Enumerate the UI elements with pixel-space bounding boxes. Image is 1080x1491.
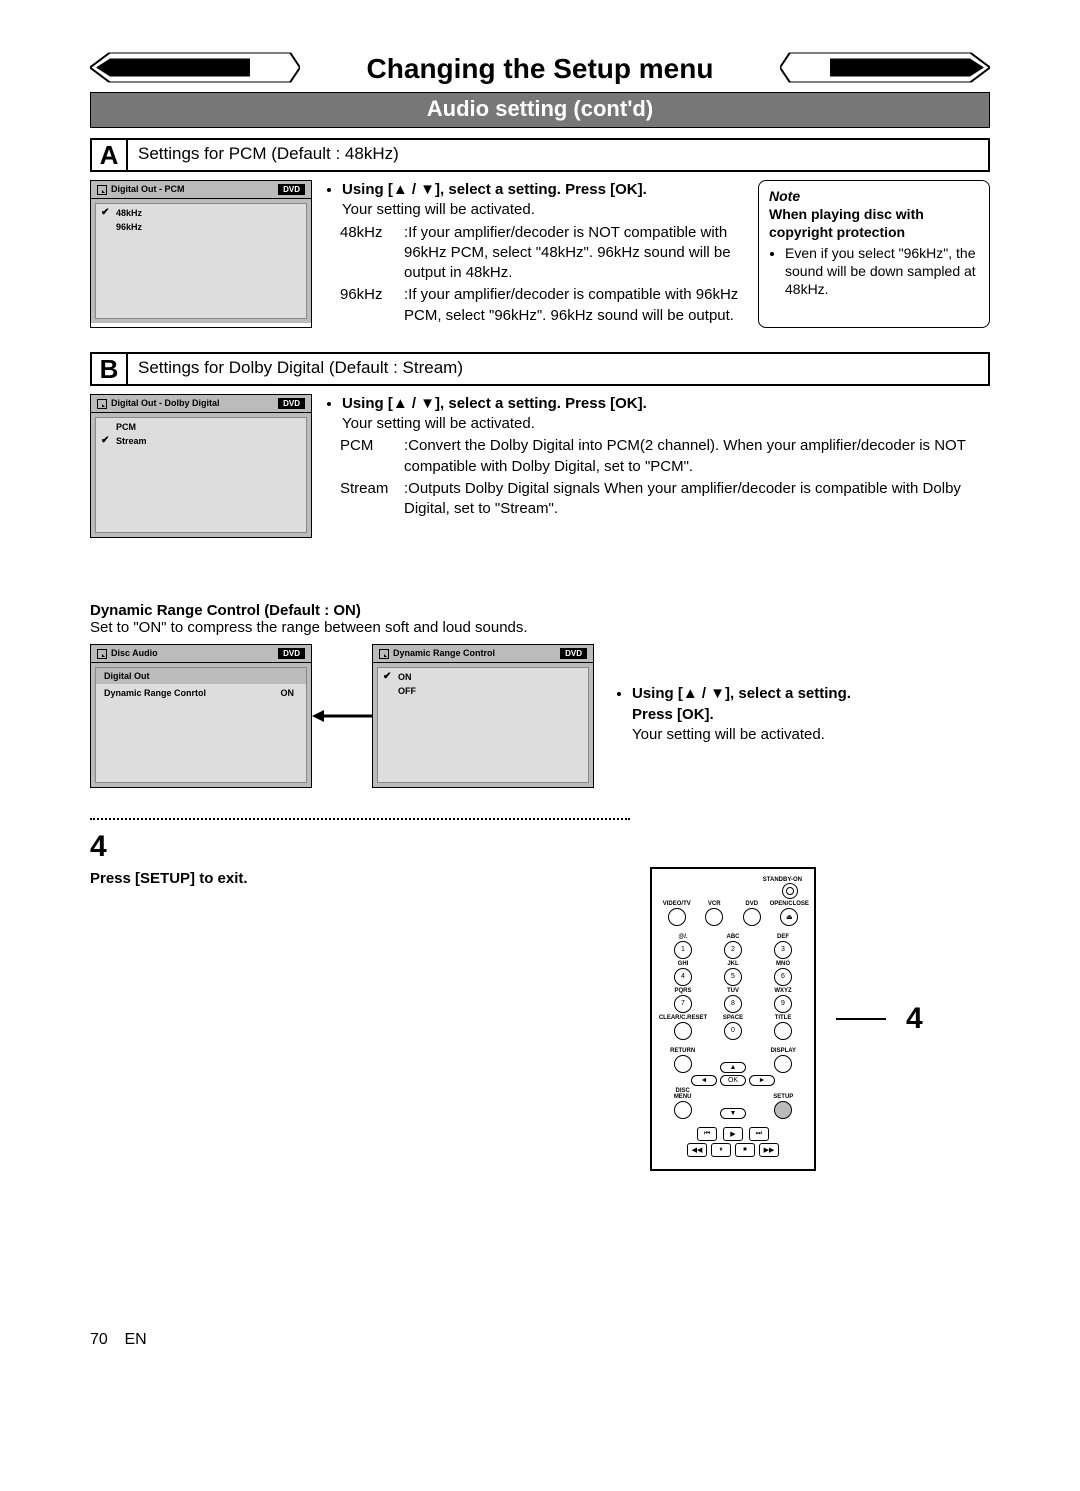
osd-disc-drc[interactable]: Dynamic Range ConrtolON [96, 686, 306, 700]
subtitle-bar: Audio setting (cont'd) [90, 92, 990, 128]
section-a-letter: A [90, 138, 128, 172]
ok-button[interactable]: OK [720, 1075, 746, 1086]
decor-right [780, 53, 990, 86]
osd-drc-on[interactable]: ✔ON [378, 670, 588, 684]
drc-sub: Set to "ON" to compress the range betwee… [90, 619, 990, 636]
num-0-button[interactable]: 0 [724, 1022, 742, 1040]
check-icon: ✔ [101, 435, 109, 446]
osd-pcm-title: Digital Out - PCM [111, 184, 185, 194]
num-7-button[interactable]: 7 [674, 995, 692, 1013]
display-button[interactable] [774, 1055, 792, 1073]
disc-icon [379, 649, 389, 659]
num-5-button[interactable]: 5 [724, 968, 742, 986]
osd-dolby-item-pcm[interactable]: PCM [96, 420, 306, 434]
next-button[interactable]: ⏭ [749, 1127, 769, 1141]
num-9-button[interactable]: 9 [774, 995, 792, 1013]
section-a-title: Settings for PCM (Default : 48kHz) [128, 138, 990, 172]
osd-dolby-item-stream[interactable]: ✔Stream [96, 434, 306, 448]
ffwd-button[interactable]: ▶▶ [759, 1143, 779, 1157]
disc-menu-button[interactable] [674, 1101, 692, 1119]
left-button[interactable]: ◄ [691, 1075, 717, 1086]
vcr-button[interactable] [705, 908, 723, 926]
section-b-letter: B [90, 352, 128, 386]
power-icon[interactable] [782, 883, 798, 899]
num-8-button[interactable]: 8 [724, 995, 742, 1013]
osd-drc-off[interactable]: OFF [378, 684, 588, 698]
num-2-button[interactable]: 2 [724, 941, 742, 959]
osd-dolby-tag: DVD [278, 398, 305, 409]
clear-button[interactable] [674, 1022, 692, 1040]
down-button[interactable]: ▼ [720, 1108, 746, 1119]
osd-disc-digital-out[interactable]: Digital Out [96, 668, 306, 684]
osd-disc-audio: Disc Audio DVD Digital Out Dynamic Range… [90, 644, 312, 788]
disc-icon [97, 185, 107, 195]
setup-button[interactable] [774, 1101, 792, 1119]
num-3-button[interactable]: 3 [774, 941, 792, 959]
section-b-header: B Settings for Dolby Digital (Default : … [90, 352, 990, 386]
disc-icon [97, 649, 107, 659]
num-1-button[interactable]: 1 [674, 941, 692, 959]
return-button[interactable] [674, 1055, 692, 1073]
num-6-button[interactable]: 6 [774, 968, 792, 986]
note-subtitle: When playing disc with copyright protect… [769, 205, 979, 241]
section-b-title: Settings for Dolby Digital (Default : St… [128, 352, 990, 386]
play-button[interactable]: ▶ [723, 1127, 743, 1141]
callout-line [836, 1018, 886, 1020]
open-close-button[interactable]: ⏏ [780, 908, 798, 926]
osd-pcm-item-48[interactable]: ✔48kHz [96, 206, 306, 220]
osd-pcm-item-96[interactable]: 96kHz [96, 220, 306, 234]
up-button[interactable]: ▲ [720, 1062, 746, 1073]
num-4-button[interactable]: 4 [674, 968, 692, 986]
drc-desc: Using [▲ / ▼], select a setting. Press [… [614, 684, 874, 747]
section-a-header: A Settings for PCM (Default : 48kHz) [90, 138, 990, 172]
disc-icon [97, 399, 107, 409]
check-icon: ✔ [101, 207, 109, 218]
title-button[interactable] [774, 1022, 792, 1040]
page-title-banner: Changing the Setup menu [90, 50, 990, 88]
bidirectional-arrow-icon [312, 706, 372, 726]
step-4-number: 4 [90, 830, 990, 864]
osd-dolby-title: Digital Out - Dolby Digital [111, 398, 220, 408]
dvd-button[interactable] [743, 908, 761, 926]
note-title: Note [769, 187, 979, 205]
right-button[interactable]: ► [749, 1075, 775, 1086]
page-footer: 70 EN [90, 1331, 990, 1349]
check-icon: ✔ [383, 671, 391, 682]
section-a-desc: Using [▲ / ▼], select a setting. Press [… [324, 180, 746, 328]
osd-pcm-tag: DVD [278, 184, 305, 195]
video-tv-button[interactable] [668, 908, 686, 926]
osd-drc: Dynamic Range Control DVD ✔ON OFF [372, 644, 594, 788]
osd-dolby: Digital Out - Dolby Digital DVD PCM ✔Str… [90, 394, 312, 538]
rewind-button[interactable]: ◀◀ [687, 1143, 707, 1157]
drc-heading: Dynamic Range Control (Default : ON) [90, 602, 990, 619]
stop-button[interactable]: ⏹ [735, 1143, 755, 1157]
section-b-desc: Using [▲ / ▼], select a setting. Press [… [324, 394, 990, 538]
note-box: Note When playing disc with copyright pr… [758, 180, 990, 328]
osd-pcm: Digital Out - PCM DVD ✔48kHz 96kHz [90, 180, 312, 328]
pause-button[interactable]: ⏸ [711, 1143, 731, 1157]
prev-button[interactable]: ⏮ [697, 1127, 717, 1141]
remote-control: STANDBY-ON VIDEO/TV VCR DVD OPEN/CLOSE⏏ … [650, 867, 816, 1171]
step-divider [90, 818, 630, 820]
callout-number: 4 [906, 1002, 923, 1036]
